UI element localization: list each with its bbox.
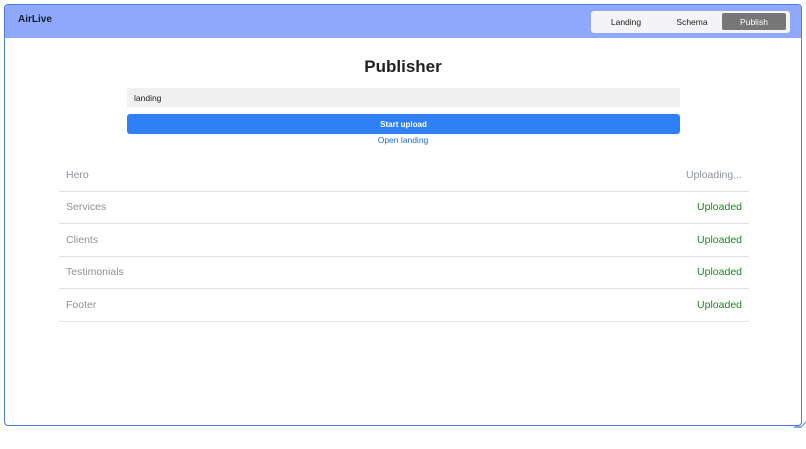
open-landing-link[interactable]: Open landing	[5, 135, 801, 145]
tab-schema[interactable]: Schema	[661, 13, 723, 30]
section-name: Footer	[66, 298, 97, 311]
page-title: Publisher	[364, 57, 442, 76]
tab-landing[interactable]: Landing	[595, 13, 657, 30]
section-name: Services	[66, 201, 107, 214]
brand-logo[interactable]: AirLive	[18, 14, 52, 25]
section-status: Uploading...	[685, 168, 742, 181]
section-row-testimonials: Testimonials Uploaded	[59, 257, 749, 289]
app-window: AirLive Landing Schema Publish Publisher…	[4, 4, 802, 426]
section-row-clients: Clients Uploaded	[59, 224, 749, 257]
landing-name-input[interactable]	[127, 88, 680, 107]
section-list: Hero Uploading... Services Uploaded Clie…	[59, 159, 749, 322]
section-row-footer: Footer Uploaded	[59, 289, 749, 322]
section-name: Testimonials	[66, 266, 124, 279]
nav-tabs: Landing Schema Publish	[591, 11, 790, 33]
tab-publish[interactable]: Publish	[722, 13, 786, 30]
section-row-hero: Hero Uploading...	[59, 159, 749, 192]
section-row-services: Services Uploaded	[59, 192, 749, 224]
section-status: Uploaded	[697, 233, 742, 246]
section-name: Hero	[66, 168, 89, 181]
navbar: AirLive Landing Schema Publish	[5, 5, 801, 38]
start-upload-button[interactable]: Start upload	[127, 114, 680, 134]
section-status: Uploaded	[697, 298, 742, 311]
section-name: Clients	[66, 233, 99, 246]
section-status: Uploaded	[697, 266, 742, 279]
section-status: Uploaded	[697, 201, 742, 214]
